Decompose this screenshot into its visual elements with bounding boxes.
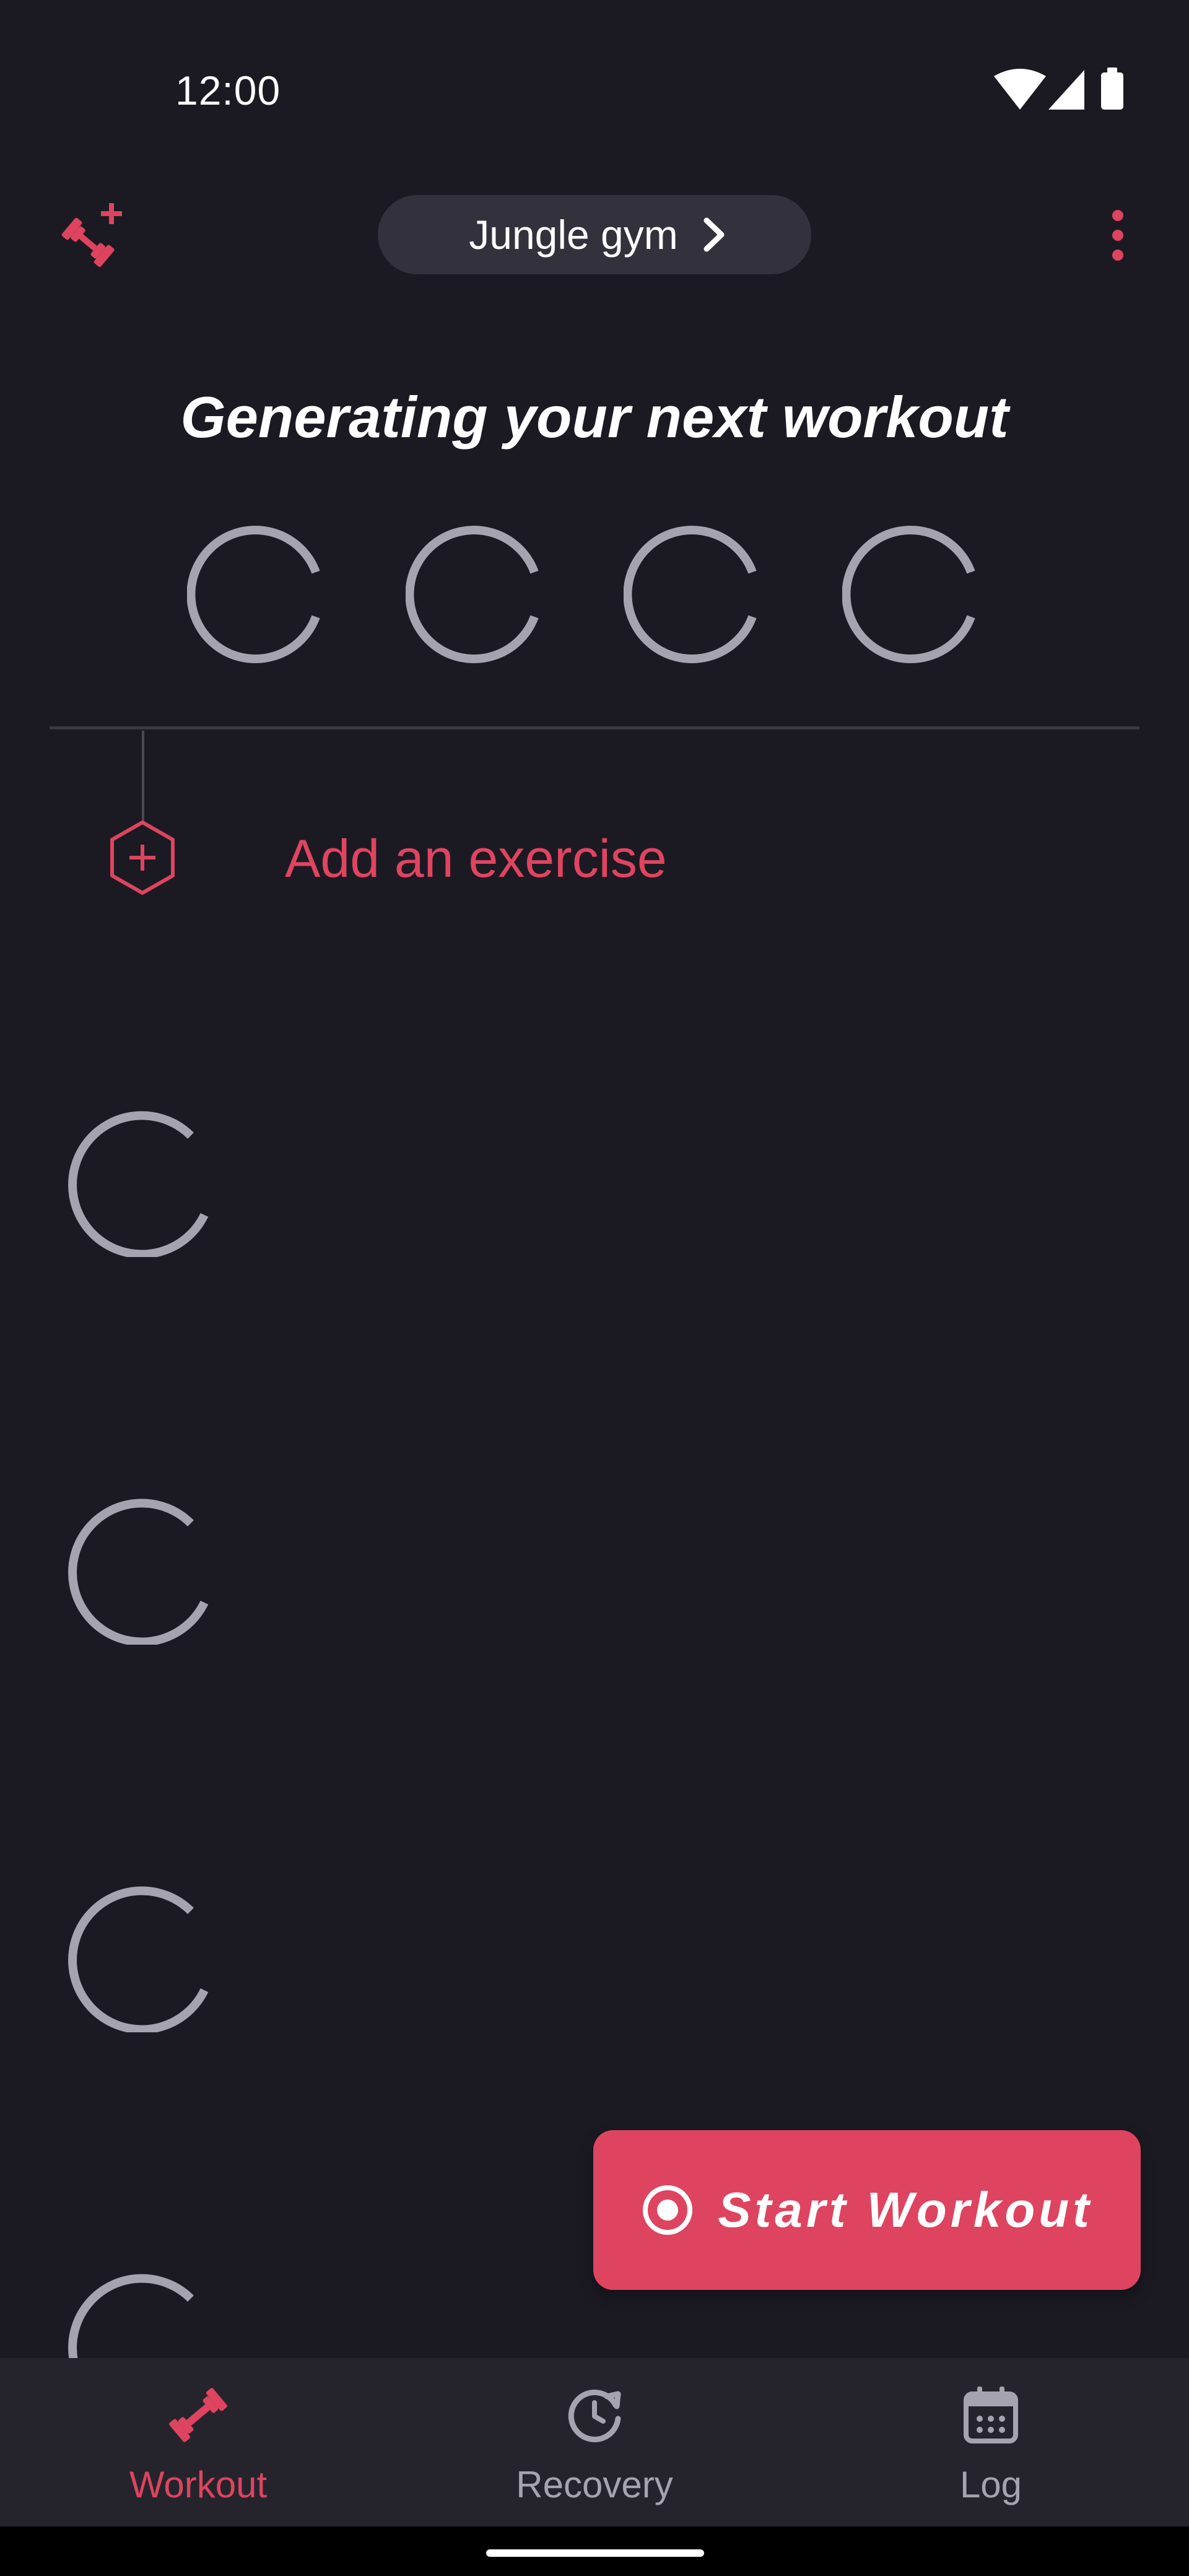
gym-selector-chip[interactable]: Jungle gym — [378, 195, 811, 274]
loading-spinner-icon — [68, 1111, 209, 1257]
start-workout-button[interactable]: Start Workout — [593, 2130, 1141, 2290]
loading-spinner-icon — [624, 526, 757, 663]
nav-label-recovery: Recovery — [516, 2464, 673, 2505]
nav-item-workout[interactable]: Workout — [0, 2358, 396, 2526]
nav-item-log[interactable]: Log — [793, 2358, 1189, 2526]
bottom-navigation: Workout Recovery Log — [0, 2358, 1189, 2526]
generating-heading: Generating your next workout — [180, 385, 1009, 450]
recovery-clock-icon — [568, 2390, 621, 2442]
gym-name: Jungle gym — [469, 212, 678, 258]
timeline-connector — [142, 731, 144, 824]
loading-spinner-icon — [68, 1886, 209, 2032]
status-icons — [994, 67, 1123, 110]
more-vert-icon[interactable] — [1090, 198, 1139, 272]
chevron-right-icon — [703, 217, 725, 252]
add-exercise-hex-icon[interactable] — [102, 817, 183, 898]
loading-spinner-icon — [187, 526, 320, 663]
add-exercise-dumbbell-icon[interactable] — [56, 198, 130, 272]
record-icon — [643, 2185, 693, 2235]
loading-spinner-icon — [68, 1499, 209, 1645]
dumbbell-icon — [169, 2388, 227, 2442]
calendar-icon — [964, 2387, 1018, 2443]
loading-spinner-icon — [842, 526, 975, 663]
wifi-icon — [994, 69, 1046, 110]
gesture-handle[interactable] — [486, 2549, 704, 2557]
battery-icon — [1101, 67, 1123, 110]
start-workout-label: Start Workout — [718, 2182, 1093, 2237]
add-exercise-link[interactable]: Add an exercise — [285, 829, 667, 890]
cell-signal-icon — [1048, 70, 1084, 110]
nav-label-workout: Workout — [129, 2464, 268, 2505]
loading-spinner-icon — [406, 526, 539, 663]
status-time: 12:00 — [175, 67, 281, 113]
section-divider — [50, 726, 1139, 729]
nav-label-log: Log — [959, 2464, 1022, 2505]
nav-item-recovery[interactable]: Recovery — [396, 2358, 793, 2526]
